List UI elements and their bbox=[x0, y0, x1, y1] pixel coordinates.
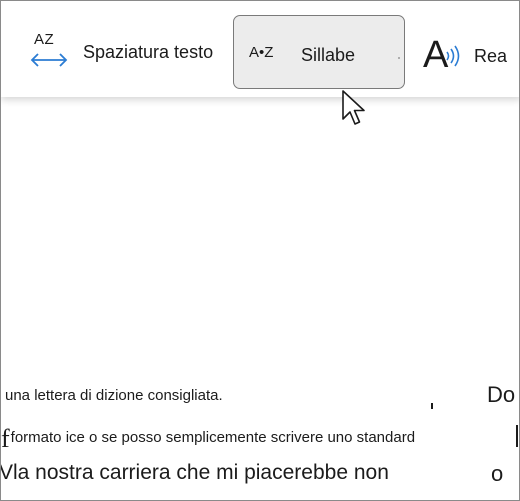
document-content: una lettera di dizione consigliata. ffor… bbox=[0, 97, 519, 500]
read-aloud-label: Rea bbox=[474, 45, 508, 66]
document-line: fformato ice o se posso semplicemente sc… bbox=[1, 419, 416, 453]
text-spacing-button[interactable]: AZ Spaziatura testo bbox=[29, 15, 213, 89]
mouse-pointer-icon bbox=[342, 90, 365, 125]
text-spacing-icon-letters: AZ bbox=[34, 31, 55, 48]
document-line-text: formato ice o se posso semplicemente scr… bbox=[10, 429, 416, 446]
side-text-fragment: o bbox=[491, 461, 504, 486]
syllables-icon: A•Z bbox=[249, 44, 274, 61]
syllables-button[interactable]: A•Z Sillabe bbox=[233, 15, 405, 89]
read-aloud-button[interactable]: A Rea bbox=[422, 23, 507, 97]
side-text-fragment-mark bbox=[516, 425, 518, 447]
app-frame: AZ Spaziatura testo A•Z Sillabe A Rea un… bbox=[0, 0, 520, 501]
side-text-fragment: Do bbox=[487, 382, 516, 407]
document-line-fragment: f bbox=[1, 424, 10, 453]
text-spacing-icon: AZ bbox=[29, 31, 69, 69]
text-spacing-label: Spaziatura testo bbox=[83, 41, 214, 62]
syllables-label: Sillabe bbox=[301, 45, 356, 65]
read-aloud-icon: A bbox=[422, 35, 466, 85]
document-line: Vla nostra carriera che mi piacerebbe no… bbox=[0, 461, 389, 484]
divider-dot bbox=[398, 57, 400, 59]
text-fragment-mark bbox=[431, 403, 433, 409]
document-line: una lettera di dizione consigliata. bbox=[5, 387, 223, 404]
immersive-reader-toolbar: AZ Spaziatura testo A•Z Sillabe A Rea bbox=[1, 1, 519, 97]
